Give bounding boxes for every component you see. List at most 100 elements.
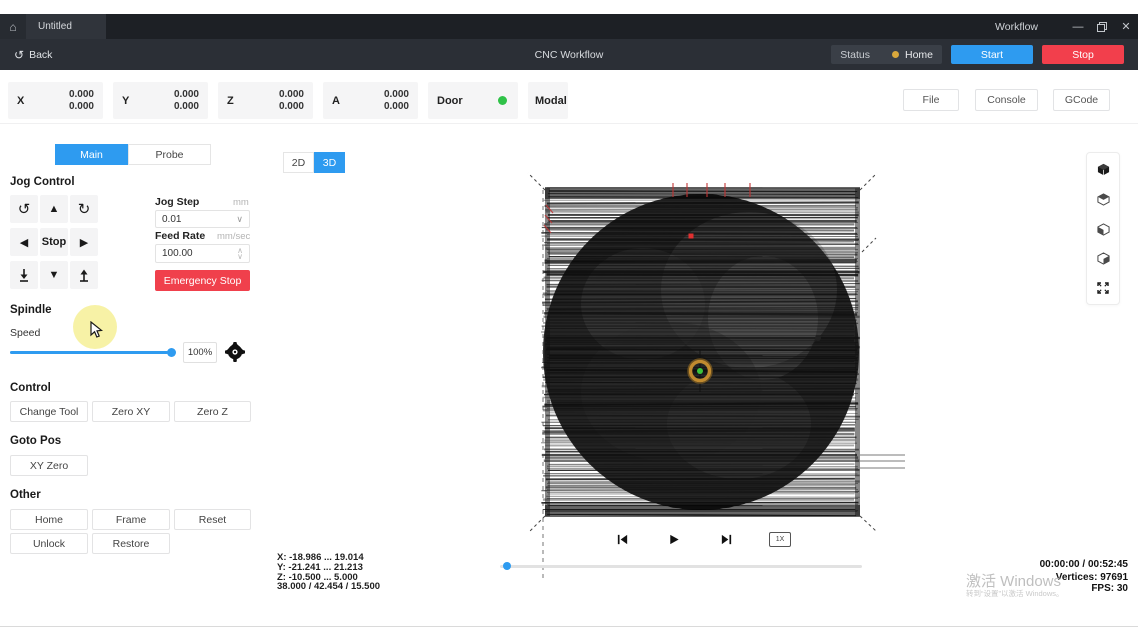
jog-x-minus-button[interactable]: ◀ xyxy=(10,228,38,256)
titlebar: ⌂ Untitled Workflow — ✕ xyxy=(0,14,1138,39)
playback-controls: 1X xyxy=(613,530,791,548)
modal-label: Modal xyxy=(535,94,567,107)
jog-stop-label: Stop xyxy=(41,236,67,248)
jog-rotate-ccw-button[interactable]: ↺ xyxy=(10,195,38,223)
jog-y-minus-button[interactable]: ▼ xyxy=(40,261,68,289)
jog-step-select[interactable]: 0.01 ∨ xyxy=(155,210,250,228)
toolbar-right: Status Home Start Stop xyxy=(831,45,1124,64)
axis-machine-pos: 0.000 xyxy=(383,100,409,112)
skip-end-icon xyxy=(721,534,731,544)
view-tools-panel xyxy=(1086,152,1120,305)
view-side-cube-icon[interactable] xyxy=(1096,252,1110,265)
spindle-gear-icon[interactable] xyxy=(224,341,246,363)
app-window: ⌂ Untitled Workflow — ✕ ↺ Back CNC Workf… xyxy=(0,0,1138,640)
feed-rate-label: Feed Rate xyxy=(155,230,206,242)
axis-machine-pos: 0.000 xyxy=(68,100,94,112)
speed-value-box[interactable]: 100% xyxy=(183,342,217,363)
playback-speed-badge[interactable]: 1X xyxy=(769,531,791,547)
arrow-down-to-bar-icon xyxy=(20,269,28,282)
arrow-left-icon: ◀ xyxy=(19,236,29,249)
control-heading: Control xyxy=(10,382,51,394)
fps-counter: FPS: 30 xyxy=(1091,583,1128,594)
file-panel-button[interactable]: File xyxy=(903,89,959,111)
document-title: Untitled xyxy=(38,21,72,32)
minimize-button[interactable]: — xyxy=(1066,14,1090,39)
jog-rotate-cw-button[interactable]: ↻ xyxy=(70,195,98,223)
speed-slider-handle[interactable] xyxy=(167,348,176,357)
frame-button[interactable]: Frame xyxy=(92,509,170,530)
axis-machine-pos: 0.000 xyxy=(278,100,304,112)
house-glyph: ⌂ xyxy=(9,19,17,34)
stop-button[interactable]: Stop xyxy=(1042,45,1124,64)
door-status-dot-icon xyxy=(498,96,507,105)
door-label: Door xyxy=(437,94,463,107)
dro-axis-y: Y 0.000 0.000 xyxy=(113,82,208,119)
fit-fullscreen-icon[interactable] xyxy=(1097,282,1109,294)
view-front-cube-icon[interactable] xyxy=(1096,222,1110,236)
spinner-arrows-icon[interactable]: ∧ ∨ xyxy=(237,246,243,260)
arrow-down-icon: ▼ xyxy=(48,269,60,281)
jog-z-up-button[interactable] xyxy=(70,261,98,289)
skip-to-start-button[interactable] xyxy=(613,530,631,548)
bounds-info: X: -18.986 ... 19.014 Y: -21.241 ... 21.… xyxy=(277,553,380,592)
console-panel-button[interactable]: Console xyxy=(975,89,1038,111)
rotate-ccw-icon: ↺ xyxy=(17,200,31,218)
progress-slider[interactable] xyxy=(500,565,862,568)
modal-box: Modal xyxy=(528,82,568,119)
bottom-divider xyxy=(0,626,1138,627)
back-button[interactable]: ↺ Back xyxy=(14,48,52,62)
skip-start-icon xyxy=(617,534,627,544)
arrow-right-icon: ▶ xyxy=(79,236,89,249)
feed-rate-input[interactable]: 100.00 ∧ ∨ xyxy=(155,244,250,263)
axis-machine-pos: 0.000 xyxy=(173,100,199,112)
workflow-toolbar: ↺ Back CNC Workflow Status Home Start St… xyxy=(0,39,1138,70)
titlebar-right: Workflow — ✕ xyxy=(995,14,1138,39)
axis-work-pos: 0.000 xyxy=(383,89,409,100)
restore-button-panel[interactable]: Restore xyxy=(92,533,170,554)
axis-label: Y xyxy=(122,94,130,107)
goto-pos-heading: Goto Pos xyxy=(10,435,62,447)
jog-x-plus-button[interactable]: ▶ xyxy=(70,228,98,256)
speed-slider-fill xyxy=(10,351,168,354)
reset-button[interactable]: Reset xyxy=(174,509,251,530)
jog-y-plus-button[interactable]: ▲ xyxy=(40,195,68,223)
tab-2d[interactable]: 2D xyxy=(283,152,314,173)
axis-label: Z xyxy=(227,94,234,107)
gcode-panel-button[interactable]: GCode xyxy=(1053,89,1110,111)
xy-zero-button[interactable]: XY Zero xyxy=(10,455,88,476)
axis-values: 0.000 0.000 xyxy=(279,89,313,112)
jog-z-down-button[interactable] xyxy=(10,261,38,289)
view-iso-cube-icon[interactable] xyxy=(1097,163,1110,176)
jog-step-unit: mm xyxy=(233,197,249,208)
skip-to-end-button[interactable] xyxy=(717,530,735,548)
emergency-stop-button[interactable]: Emergency Stop xyxy=(155,270,250,291)
status-chip[interactable]: Status Home xyxy=(831,45,942,64)
restore-button[interactable] xyxy=(1090,14,1114,39)
close-button[interactable]: ✕ xyxy=(1114,14,1138,39)
view-top-cube-icon[interactable] xyxy=(1096,193,1110,206)
status-label: Status xyxy=(840,48,870,61)
home-button[interactable]: Home xyxy=(10,509,88,530)
back-label: Back xyxy=(29,48,53,61)
dro-axis-x: X 0.000 0.000 xyxy=(8,82,103,119)
rotate-cw-icon: ↻ xyxy=(77,200,91,218)
axis-values: 0.000 0.000 xyxy=(174,89,208,112)
home-icon[interactable]: ⌂ xyxy=(0,14,26,39)
document-tab[interactable]: Untitled xyxy=(26,14,106,39)
zero-z-button[interactable]: Zero Z xyxy=(174,401,251,422)
unlock-button[interactable]: Unlock xyxy=(10,533,88,554)
axis-work-pos: 0.000 xyxy=(68,89,94,100)
change-tool-button[interactable]: Change Tool xyxy=(10,401,88,422)
zero-xy-button[interactable]: Zero XY xyxy=(92,401,170,422)
jog-stop-button[interactable]: Stop xyxy=(40,228,68,256)
tab-probe[interactable]: Probe xyxy=(128,144,211,165)
tab-main[interactable]: Main xyxy=(55,144,128,165)
feed-rate-unit: mm/sec xyxy=(217,231,251,242)
header-divider xyxy=(0,123,1138,124)
play-button[interactable] xyxy=(665,530,683,548)
restore-icon xyxy=(1097,21,1107,32)
start-button[interactable]: Start xyxy=(951,45,1033,64)
tab-3d[interactable]: 3D xyxy=(314,152,345,173)
progress-slider-handle[interactable] xyxy=(503,562,511,570)
play-icon xyxy=(670,534,679,544)
